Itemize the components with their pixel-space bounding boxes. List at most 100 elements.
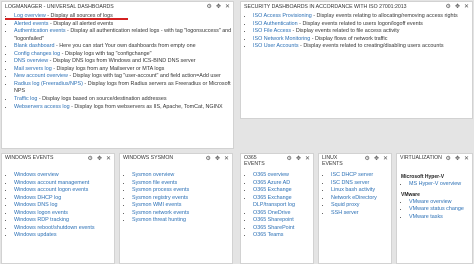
move-icon[interactable]: ✥ <box>455 156 460 162</box>
dashboard-link[interactable]: Alerted events <box>14 21 48 27</box>
list-item: O365 Azure AD <box>253 180 313 188</box>
dashboard-link[interactable]: ISO User Accounts <box>253 43 299 49</box>
dashboard-link[interactable]: VMware tasks <box>409 214 443 220</box>
dashboard-link[interactable]: Windows DNS log <box>14 202 57 208</box>
list-item: O365 Exchange <box>253 187 313 195</box>
dashboard-link[interactable]: Webservers access log <box>14 104 70 110</box>
dashboard-link[interactable]: O365 Azure AD <box>253 180 290 186</box>
dashboard-link[interactable]: MS Hyper-V overview <box>409 181 461 187</box>
list-item: Sysmon WMI events <box>132 202 232 210</box>
dashboard-link[interactable]: Sysmon network events <box>132 210 189 216</box>
dashboard-link[interactable]: O365 OneDrive <box>253 210 290 216</box>
dashboard-link[interactable]: O365 Exchange DLP/transport log <box>253 195 295 209</box>
dashboard-link[interactable]: ISO Network Monitoring <box>253 36 310 42</box>
list-item: VMware overview <box>409 199 472 207</box>
gear-icon[interactable]: ⚙ <box>207 4 212 10</box>
dashboard-link[interactable]: SSH server <box>331 210 359 216</box>
panel-header: LINUX EVENTS ⚙ ✥ ✕ <box>319 154 391 172</box>
dashboard-link[interactable]: ISC DNS server <box>331 180 369 186</box>
list-item: ISO Authentication - Display events rela… <box>253 21 472 29</box>
dashboard-link[interactable]: Config changes log <box>14 51 60 57</box>
gear-icon[interactable]: ⚙ <box>446 156 451 162</box>
hyperv-label: Microsoft Hyper-V <box>401 174 445 180</box>
dashboard-link[interactable]: Sysmon overview <box>132 172 174 178</box>
dashboard-link[interactable]: Mail servers log <box>14 66 52 72</box>
gear-icon[interactable]: ⚙ <box>206 156 211 162</box>
dashboard-link[interactable]: Linux bash activity <box>331 187 375 193</box>
list-item: VMware status change <box>409 206 472 214</box>
dashboard-link[interactable]: Windows account logon events <box>14 187 88 193</box>
close-icon[interactable]: ✕ <box>106 156 111 162</box>
list-item: O365 Exchange DLP/transport log <box>253 195 313 210</box>
panel-header: O365 EVENTS ⚙ ✥ ✕ <box>241 154 313 172</box>
move-icon[interactable]: ✥ <box>216 4 221 10</box>
dashboard-link[interactable]: ISO Access Provisioning <box>253 13 312 19</box>
dashboard-link[interactable]: Blank dashboard <box>14 43 54 49</box>
dashboard-link[interactable]: Windows account management <box>14 180 89 186</box>
dashboard-link-list: ISC DHCP server ISC DNS serverLinux bash … <box>319 172 391 217</box>
dashboard-link[interactable]: New account overview <box>14 73 68 79</box>
dashboard-link[interactable]: Authentication events <box>14 28 66 34</box>
dashboard-link[interactable]: Windows RDP tracking <box>14 217 69 223</box>
dashboard-link[interactable]: O365 Teams <box>253 232 283 238</box>
dashboard-link[interactable]: Windows DHCP log <box>14 195 61 201</box>
close-icon[interactable]: ✕ <box>225 4 230 10</box>
list-item: Windows overview <box>14 172 114 180</box>
dashboard-link[interactable]: VMware status change <box>409 206 464 212</box>
panel-title: WINDOWS EVENTS <box>5 155 54 161</box>
dashboard-link[interactable]: Sysmon process events <box>132 187 189 193</box>
gear-icon[interactable]: ⚙ <box>88 156 93 162</box>
panel-o365-events: O365EVENTS ⚙ ✥ ✕ O365 overview O365 Azure… <box>240 153 314 264</box>
dashboard-link[interactable]: Sysmon threat hunting <box>132 217 186 223</box>
dashboard-link[interactable]: Sysmon registry events <box>132 195 188 201</box>
dashboard-link[interactable]: Traffic log <box>14 96 37 102</box>
list-item: Sysmon registry events <box>132 195 232 203</box>
move-icon[interactable]: ✥ <box>455 4 460 10</box>
dashboard-link[interactable]: VMware overview <box>409 199 452 205</box>
close-icon[interactable]: ✕ <box>383 156 388 162</box>
list-item: Blank dashboard - Here you can start You… <box>14 43 233 51</box>
move-icon[interactable]: ✥ <box>97 156 102 162</box>
dashboard-link[interactable]: Network eDirectory <box>331 195 377 201</box>
close-icon[interactable]: ✕ <box>224 156 229 162</box>
dashboard-link[interactable]: Windows logon events <box>14 210 68 216</box>
list-item: Windows updates <box>14 232 114 240</box>
panel-virtualization: VIRTUALIZATION ⚙ ✥ ✕ Microsoft Hyper-V M… <box>396 153 473 264</box>
move-icon[interactable]: ✥ <box>215 156 220 162</box>
dashboard-link[interactable]: Sysmon WMI events <box>132 202 181 208</box>
dashboard-link[interactable]: O365 SharePoint <box>253 225 294 231</box>
dashboard-link[interactable]: Squid proxy <box>331 202 359 208</box>
dashboard-link[interactable]: O365 overview <box>253 172 289 178</box>
panel-title: LOGMANAGER - UNIVERSAL DASHBOARDS <box>5 4 114 10</box>
dashboard-link-list: ISO Access Provisioning - Display events… <box>241 13 472 51</box>
dashboard-description: - Display logs with tag "configchange" <box>60 50 152 57</box>
list-item: Linux bash activity <box>331 187 391 195</box>
dashboard-description: - Display events relating to allocating/… <box>311 13 458 19</box>
list-item: O365 Sharepoint <box>253 217 313 225</box>
list-item: ISO Access Provisioning - Display events… <box>253 13 472 21</box>
dashboard-link[interactable]: Radius log (Freeradius/NPS) <box>14 81 83 87</box>
close-icon[interactable]: ✕ <box>464 156 469 162</box>
close-icon[interactable]: ✕ <box>464 4 469 10</box>
dashboard-link[interactable]: ISC DHCP server <box>331 172 373 178</box>
gear-icon[interactable]: ⚙ <box>365 156 370 162</box>
dashboard-link[interactable]: Windows updates <box>14 232 57 238</box>
list-item: O365 Teams <box>253 232 313 240</box>
dashboard-link[interactable]: ISO Authentication <box>253 21 298 27</box>
dashboard-link[interactable]: O365 Exchange <box>253 187 292 193</box>
gear-icon[interactable]: ⚙ <box>446 4 451 10</box>
dashboard-link[interactable]: O365 Sharepoint <box>253 217 294 223</box>
panel-windows-sysmon: WINDOWS SYSMON ⚙ ✥ ✕ Sysmon overview Sysm… <box>119 153 233 264</box>
dashboard-link[interactable]: Windows overview <box>14 172 59 178</box>
move-icon[interactable]: ✥ <box>374 156 379 162</box>
move-icon[interactable]: ✥ <box>296 156 301 162</box>
dashboard-link[interactable]: Sysmon file events <box>132 180 177 186</box>
close-icon[interactable]: ✕ <box>305 156 310 162</box>
dashboard-link[interactable]: DNS overview <box>14 58 48 64</box>
list-item: Radius log (Freeradius/NPS) - Display lo… <box>14 81 233 96</box>
dashboard-link[interactable]: ISO File Access <box>253 28 291 34</box>
panel-title: WINDOWS SYSMON <box>123 155 174 161</box>
dashboard-description: - Display logs based on source/destinati… <box>37 96 167 103</box>
gear-icon[interactable]: ⚙ <box>287 156 292 162</box>
dashboard-link[interactable]: Windows reboot/shutdown events <box>14 225 95 231</box>
